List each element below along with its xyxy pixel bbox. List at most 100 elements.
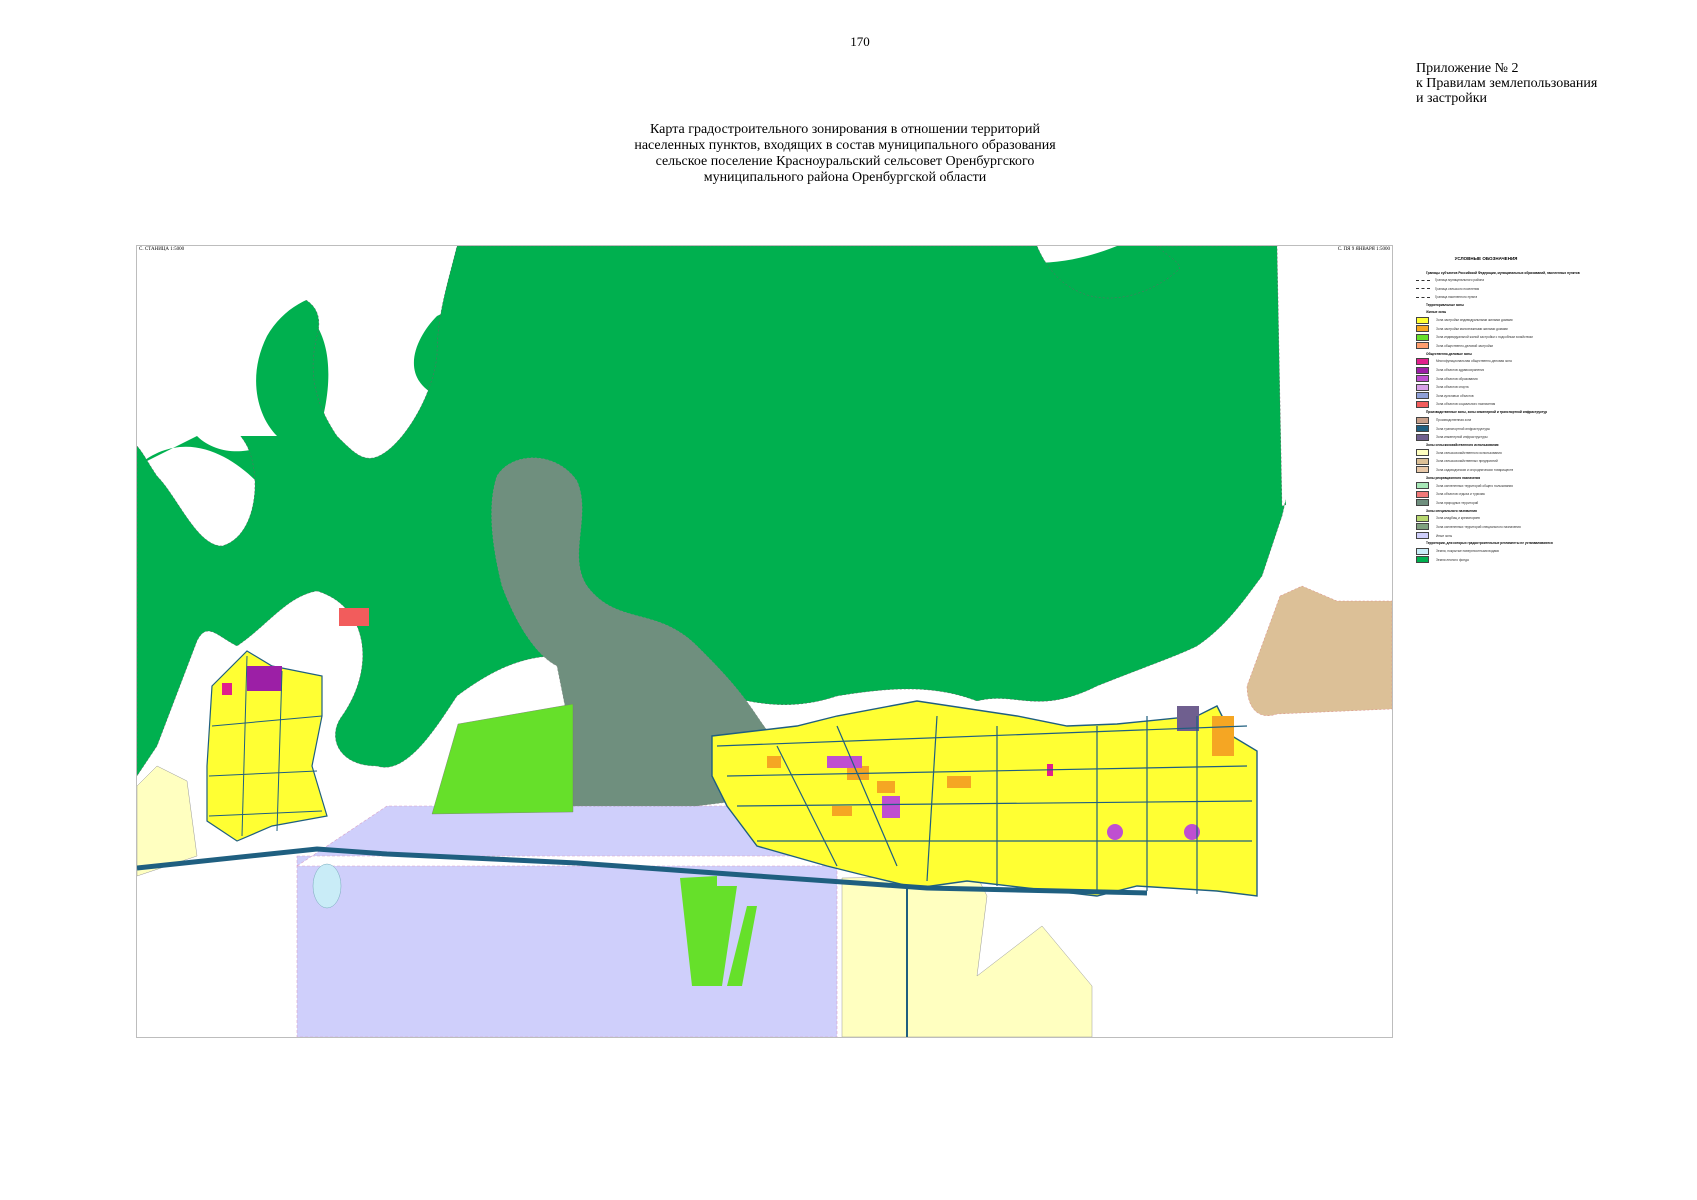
legend-row-label: Граница сельского поселения	[1435, 286, 1480, 291]
legend-row: Зоны рекреационного назначения	[1426, 474, 1616, 481]
legend-row-label: Земли, покрытые поверхностными водами	[1436, 549, 1500, 554]
zone-residential-orange-5	[1212, 716, 1234, 756]
legend-row: Зона объектов здравоохранения	[1416, 366, 1616, 375]
legend-swatch	[1416, 392, 1429, 400]
legend-row-label: Зона сельскохозяйственных предприятий	[1436, 459, 1498, 464]
legend-row: Производственные зоны, зоны инженерной и…	[1426, 409, 1616, 416]
legend-row-label: Зона культовых объектов	[1436, 393, 1474, 398]
zone-residential-orange-3	[832, 806, 852, 816]
legend-row: Зона индивидуальной жилой застройки с по…	[1416, 333, 1616, 342]
legend-row: Границы субъектов Российской Федерации, …	[1426, 269, 1616, 276]
legend-row: Зона природных территорий	[1416, 498, 1616, 507]
legend-swatch	[1416, 547, 1429, 555]
legend-row-label: Зона садоводческих и огороднических това…	[1436, 467, 1514, 472]
map-corner-right-label: С. ПЯ 9 ЯНВАРЯ 1:5000	[1337, 247, 1390, 252]
legend-swatch	[1416, 325, 1429, 333]
legend-swatch	[1416, 499, 1429, 507]
legend-row-label: Зона озелененных территорий специального…	[1436, 524, 1521, 529]
map-corner-left-label: С. СТАНИЦА 1:5000	[139, 247, 185, 252]
zone-residential-orange-2	[877, 781, 895, 793]
legend-row: Зона кладбищ и крематориев	[1416, 514, 1616, 523]
legend-swatch	[1416, 556, 1429, 564]
legend-row: Территории, для которых градостроительны…	[1426, 540, 1616, 547]
legend-row-label: Зона озелененных территорий общего польз…	[1436, 483, 1513, 488]
legend-row-label: Зона инженерной инфраструктуры	[1436, 435, 1488, 440]
legend-swatch	[1416, 375, 1429, 383]
page-number: 170	[850, 34, 870, 49]
map-legend: УСЛОВНЫЕ ОБОЗНАЧЕНИЯ Границы субъектов Р…	[1416, 256, 1616, 586]
legend-row: Зона инженерной инфраструктуры	[1416, 433, 1616, 442]
zone-public-purple-3	[827, 756, 862, 768]
document-title: Карта градостроительного зонирования в о…	[560, 122, 1130, 186]
title-line-1: Карта градостроительного зонирования в о…	[650, 122, 1040, 137]
title-line-2: населенных пунктов, входящих в состав му…	[634, 138, 1056, 153]
legend-swatch	[1416, 449, 1429, 457]
legend-row-label: Производственные зоны, зоны инженерной и…	[1426, 410, 1548, 415]
legend-row: Многофункциональная общественно-деловая …	[1416, 357, 1616, 366]
appendix-line-3: и застройки	[1416, 91, 1488, 106]
legend-swatch	[1416, 383, 1429, 391]
legend-row: Зона объектов спорта	[1416, 383, 1616, 392]
zone-white-gap-2	[1280, 246, 1392, 596]
legend-swatch	[1416, 416, 1429, 424]
legend-swatch	[1416, 466, 1429, 474]
legend-row: Общественно-деловые зоны	[1426, 350, 1616, 357]
legend-row: Территориальные зоны	[1426, 302, 1616, 309]
legend-row-label: Общественно-деловые зоны	[1426, 351, 1472, 356]
zone-public-purple-1	[247, 666, 282, 691]
legend-row-label: Зона индивидуальной жилой застройки с по…	[1436, 335, 1533, 340]
legend-row: Зона озелененных территорий специального…	[1416, 523, 1616, 532]
legend-line-symbol	[1416, 296, 1430, 298]
zone-special-red	[339, 608, 369, 626]
legend-line-symbol	[1416, 288, 1430, 290]
legend-rows: Границы субъектов Российской Федерации, …	[1416, 269, 1616, 564]
legend-swatch	[1416, 514, 1429, 522]
zone-public-purple-4	[1177, 706, 1199, 731]
legend-row-label: Жилые зоны	[1426, 310, 1447, 315]
legend-row: Зона сельскохозяйственных предприятий	[1416, 457, 1616, 466]
legend-row: Жилые зоны	[1426, 309, 1616, 316]
appendix-line-2: к Правилам землепользования	[1416, 76, 1598, 91]
zoning-map[interactable]: С. СТАНИЦА 1:5000 С. ПЯ 9 ЯНВАРЯ 1:5000	[136, 245, 1393, 1038]
legend-swatch	[1416, 357, 1429, 365]
legend-row-label: Зоны рекреационного назначения	[1426, 475, 1481, 480]
legend-row-label: Зона общественно-деловой застройки	[1436, 343, 1493, 348]
legend-row-label: Зона природных территорий	[1436, 500, 1479, 505]
legend-row-label: Зона кладбищ и крематориев	[1436, 516, 1480, 521]
zone-residential-orange-6	[767, 756, 781, 768]
legend-row: Иные зоны	[1416, 531, 1616, 540]
legend-row: Зона культовых объектов	[1416, 392, 1616, 401]
legend-row-label: Зоны сельскохозяйственного использования	[1426, 443, 1499, 447]
legend-row-label: Многофункциональная общественно-деловая …	[1436, 359, 1512, 364]
legend-row: Земли, покрытые поверхностными водами	[1416, 547, 1616, 556]
legend-row-label: Производственная зона	[1436, 418, 1472, 423]
zone-public-purple-2	[882, 796, 900, 818]
legend-row: Зона транспортной инфраструктуры	[1416, 424, 1616, 433]
appendix-line-1: Приложение № 2	[1416, 61, 1519, 76]
legend-swatch	[1416, 425, 1429, 433]
zone-residential-orange-4	[947, 776, 971, 788]
legend-row-label: Зона застройки индивидуальными жилыми до…	[1436, 318, 1513, 323]
legend-row-label: Зона объектов здравоохранения	[1436, 368, 1485, 373]
legend-row: Граница сельского поселения	[1416, 285, 1616, 294]
legend-row-label: Земли лесного фонда	[1436, 557, 1469, 562]
legend-row-label: Зона сельскохозяйственного использования	[1436, 450, 1502, 455]
legend-row-label: Зоны специального назначения	[1426, 508, 1477, 513]
zone-agricultural-yellow-south	[841, 875, 1093, 1037]
legend-swatch	[1416, 433, 1429, 441]
legend-row: Зона застройки малоэтажными жилыми домам…	[1416, 324, 1616, 333]
legend-row-label: Зона объектов спорта	[1436, 385, 1469, 390]
legend-row: Зоны специального назначения	[1426, 507, 1616, 514]
legend-row-label: Зона застройки малоэтажными жилыми домам…	[1436, 326, 1508, 331]
legend-swatch	[1416, 482, 1429, 490]
legend-row-label: Зона объектов социального назначения	[1436, 402, 1496, 407]
legend-swatch	[1416, 316, 1429, 324]
legend-row: Граница населенного пункта	[1416, 293, 1616, 302]
water-body	[312, 863, 342, 909]
legend-swatch	[1416, 523, 1429, 531]
zone-public-purple-circle-1	[1107, 824, 1123, 840]
zone-agricultural-yellow-west	[137, 765, 198, 877]
legend-row-label: Территории, для которых градостроительны…	[1426, 541, 1553, 546]
legend-row: Зона сельскохозяйственного использования	[1416, 449, 1616, 458]
legend-row: Зоны сельскохозяйственного использования	[1426, 442, 1616, 449]
